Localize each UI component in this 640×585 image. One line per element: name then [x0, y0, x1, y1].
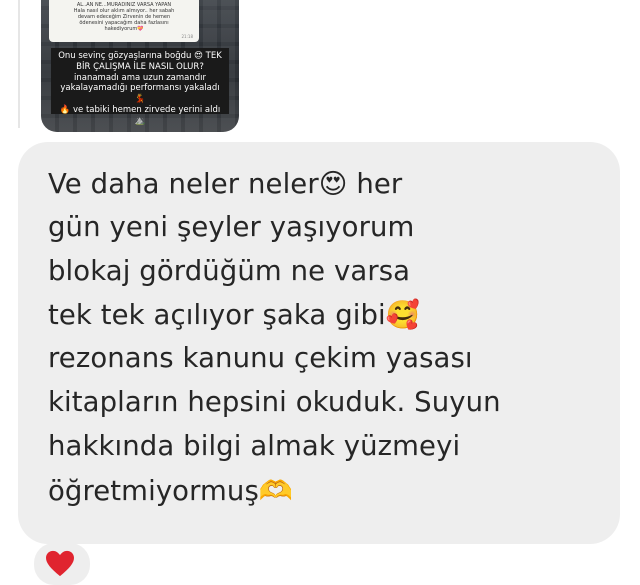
caption-line: inanamadı ama uzun zamandır	[73, 72, 207, 83]
message-line: blokaj gördüğüm ne varsa	[48, 255, 411, 287]
caption-line: yakalayamadığı performansı yakaladı 💃	[60, 83, 220, 105]
caption-line: 🔥 ve tabiki hemen zirvede yerini aldı ⛰️	[59, 104, 221, 126]
story-reply-thumbnail[interactable]: AL..AN NE...MURADINIZ VARSA YAPAN Hala n…	[41, 0, 239, 132]
message-line: Ve daha neler neler😍 her	[48, 168, 403, 200]
note-timestamp: 21:18	[181, 34, 193, 39]
message-line: kitapların hepsini okuduk. Suyun	[48, 386, 501, 418]
message-line: hakkında bilgi almak yüzmeyi	[48, 430, 461, 462]
message-line: gün yeni şeyler yaşıyorum	[48, 211, 415, 243]
story-caption: Onu sevinç gözyaşlarına boğdu 😍 TEK BİR …	[51, 48, 229, 126]
reply-quote-line	[18, 0, 20, 128]
message-line: öğretmiyormuş🫶	[48, 475, 294, 507]
caption-line: BİR ÇALIŞMA İLE NASIL OLUR?	[76, 61, 204, 72]
message-line: tek tek açılıyor şaka gibi🥰	[48, 299, 421, 331]
message-line: rezonans kanunu çekim yasası	[48, 342, 473, 374]
story-note-card: AL..AN NE...MURADINIZ VARSA YAPAN Hala n…	[49, 0, 199, 42]
caption-line: Onu sevinç gözyaşlarına boğdu 😍 TEK	[58, 51, 222, 61]
heart-reaction-icon[interactable]	[45, 550, 75, 578]
note-line: hakediyorum💝	[104, 26, 144, 32]
